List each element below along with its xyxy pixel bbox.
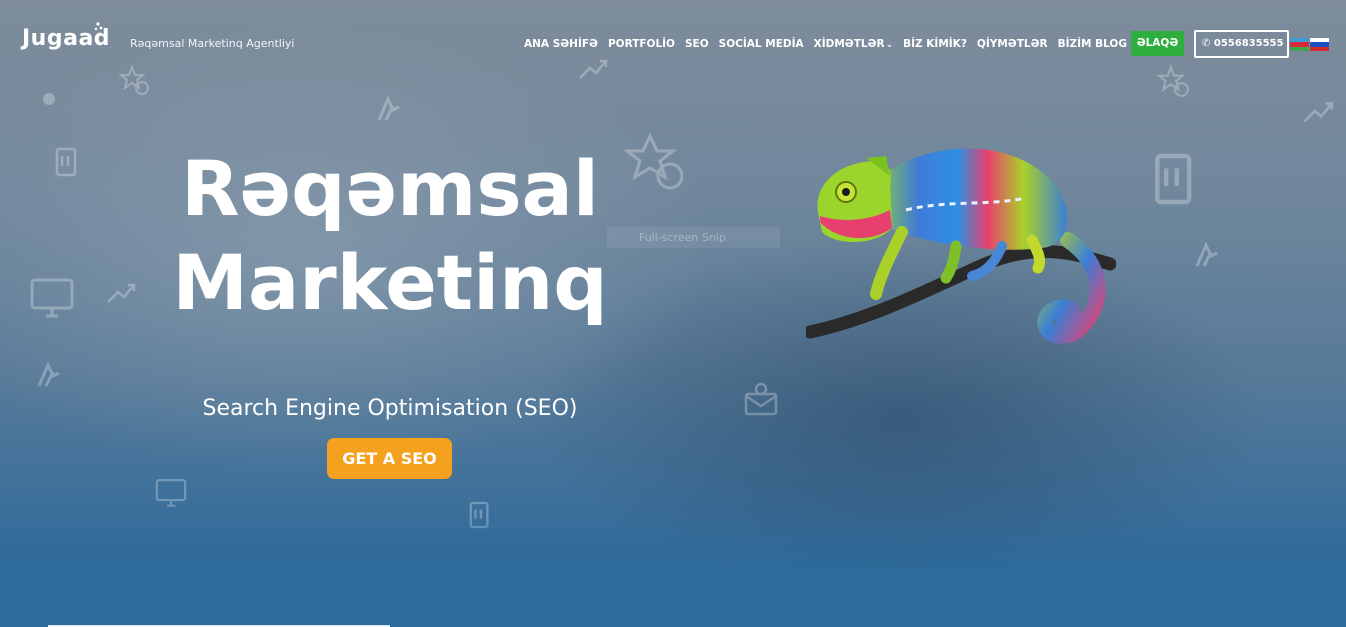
- ru-flag-icon[interactable]: [1310, 38, 1329, 51]
- get-seo-button[interactable]: GET A SEO: [327, 438, 452, 479]
- star-icon: [1156, 64, 1190, 98]
- logo-mark-icon: [36, 362, 64, 388]
- trend-arrow-icon: [578, 56, 608, 80]
- hero-bottom-shade: [0, 517, 1346, 627]
- dot-icon: [42, 92, 56, 106]
- logo-mark-icon: [1194, 242, 1222, 268]
- hero-title-line-2: Marketinq: [172, 238, 608, 327]
- nav-item-services[interactable]: XİDMƏTLƏR⌄: [814, 38, 893, 50]
- phone-button[interactable]: ✆ 0556835555: [1194, 30, 1289, 58]
- phone-number: 0556835555: [1213, 38, 1284, 49]
- chameleon-illustration: [803, 136, 1117, 352]
- trend-arrow-icon: [1302, 98, 1334, 124]
- nav-item-social-media[interactable]: SOCİAL MEDİA: [719, 38, 804, 50]
- nav-item-services-label: XİDMƏTLƏR: [813, 38, 885, 50]
- star-icon: [118, 64, 150, 96]
- phone-icon: ✆: [1202, 38, 1211, 49]
- snip-overlay-label: Full-screen Snip: [607, 227, 780, 248]
- hero-title-line-1: Rəqəmsal: [181, 144, 599, 233]
- brand-tagline: Rəqəmsal Marketinq Agentliyi: [130, 37, 295, 50]
- chevron-down-icon: ⌄: [885, 40, 894, 50]
- document-icon: [1152, 150, 1198, 208]
- monitor-icon: [154, 476, 188, 510]
- main-nav: ANA SƏHİFƏ PORTFOLİO SEO SOCİAL MEDİA Xİ…: [524, 38, 1127, 50]
- nav-item-prices[interactable]: QİYMƏTLƏR: [977, 38, 1048, 50]
- logo-mark-icon: [376, 96, 404, 122]
- logo-dots-icon: [92, 20, 104, 39]
- nav-item-seo[interactable]: SEO: [685, 38, 709, 50]
- hero-subtitle: Search Engine Optimisation (SEO): [202, 396, 578, 421]
- nav-item-home[interactable]: ANA SƏHİFƏ: [524, 38, 598, 50]
- nav-item-portfolio[interactable]: PORTFOLİO: [608, 38, 675, 50]
- nav-item-about[interactable]: BİZ KİMİK?: [903, 38, 967, 50]
- contact-button[interactable]: ƏLAQƏ: [1131, 31, 1184, 56]
- nav-item-blog[interactable]: BİZİM BLOG: [1058, 38, 1127, 50]
- az-flag-icon[interactable]: [1290, 38, 1309, 51]
